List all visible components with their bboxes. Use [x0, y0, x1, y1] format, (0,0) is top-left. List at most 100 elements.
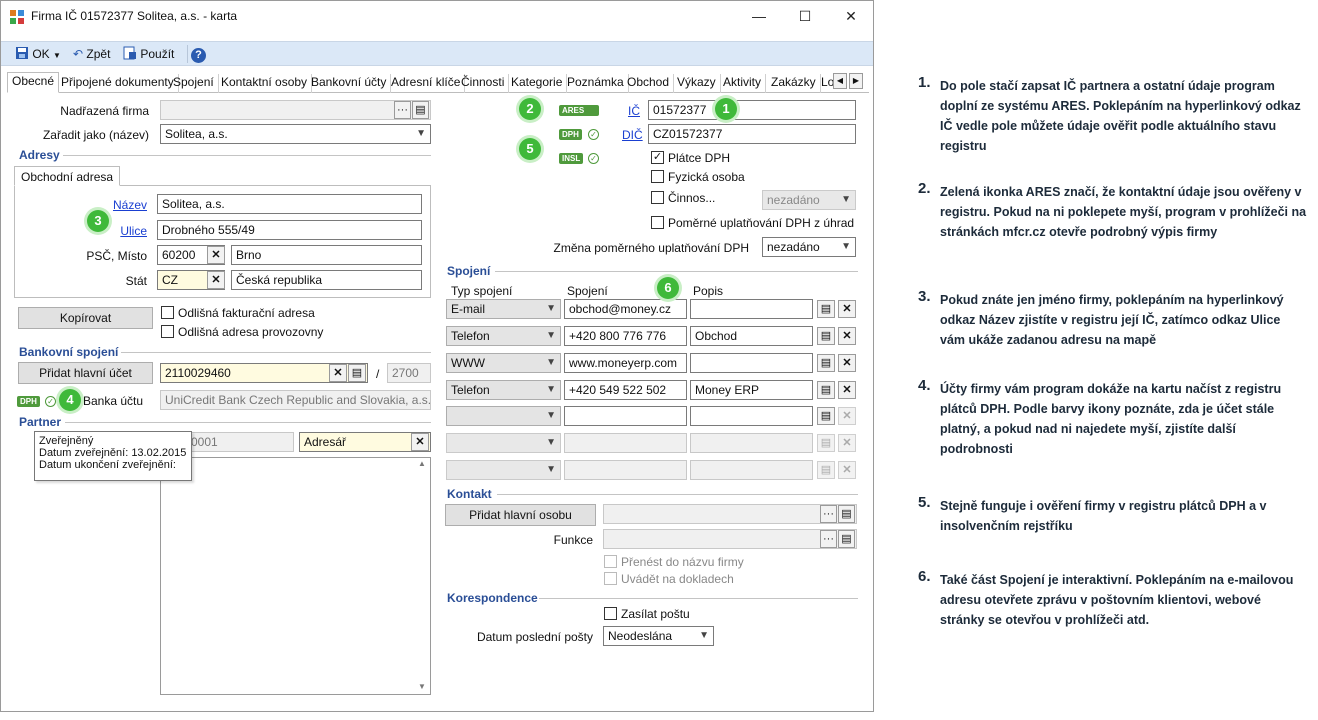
- tab-connections[interactable]: Spojení: [169, 74, 219, 93]
- proportional-change-select[interactable]: nezadáno ▼: [762, 237, 856, 257]
- title-bar[interactable]: Firma IČ 01572377 Solitea, a.s. - karta …: [1, 1, 873, 31]
- contact-type-select[interactable]: ▼: [446, 406, 561, 426]
- tab-bank-accounts[interactable]: Bankovní účty: [307, 74, 392, 93]
- contact-type-select[interactable]: WWW ▼: [446, 353, 561, 373]
- dic-field[interactable]: CZ01572377: [648, 124, 856, 144]
- contact-desc-field[interactable]: Money ERP: [690, 380, 813, 400]
- tab-orders[interactable]: Zakázky: [767, 74, 821, 93]
- contact-detail-icon[interactable]: ▤: [817, 300, 835, 318]
- contact-detail-icon[interactable]: ▤: [817, 407, 835, 425]
- show-on-docs-checkbox[interactable]: [604, 572, 617, 585]
- add-main-person-button[interactable]: Přidat hlavní osobu: [445, 504, 596, 526]
- contact-detail-icon[interactable]: ▤: [817, 354, 835, 372]
- name-link[interactable]: Název: [61, 198, 147, 212]
- contact-type-select[interactable]: ▼: [446, 460, 561, 480]
- street-field[interactable]: Drobného 555/49: [157, 220, 422, 240]
- city-field[interactable]: Brno: [231, 245, 422, 265]
- vat-payer-checkbox[interactable]: ✓: [651, 151, 664, 164]
- contact-detail-icon[interactable]: ▤: [817, 434, 835, 452]
- list-icon[interactable]: ▤: [838, 505, 855, 523]
- list-icon[interactable]: ▤: [838, 530, 855, 548]
- scroll-up-icon[interactable]: ▲: [418, 459, 426, 468]
- tabs-scroll-left-icon[interactable]: ◀: [833, 73, 847, 89]
- tab-business-address[interactable]: Obchodní adresa: [14, 166, 121, 186]
- insolvency-badge-icon[interactable]: INSL: [559, 153, 584, 164]
- street-link-text[interactable]: Ulice: [120, 224, 147, 238]
- list-icon[interactable]: ▤: [348, 364, 366, 382]
- bank-name-field[interactable]: UniCredit Bank Czech Republic and Slovak…: [160, 390, 431, 410]
- dic-link[interactable]: DIČ: [622, 128, 643, 142]
- list-icon[interactable]: ▤: [412, 101, 429, 119]
- minimize-button[interactable]: —: [739, 5, 779, 27]
- ic-link[interactable]: IČ: [628, 104, 640, 118]
- natural-person-checkbox[interactable]: [651, 170, 664, 183]
- contact-desc-field[interactable]: [690, 406, 813, 426]
- browse-icon[interactable]: ···: [820, 530, 837, 548]
- contact-desc-field[interactable]: [690, 299, 813, 319]
- contact-desc-field[interactable]: [690, 460, 813, 480]
- contact-detail-icon[interactable]: ▤: [817, 461, 835, 479]
- add-main-account-button[interactable]: Přidat hlavní účet: [18, 362, 153, 384]
- contact-value-field[interactable]: +420 800 776 776: [564, 326, 687, 346]
- back-button[interactable]: ↶ Zpět: [73, 45, 110, 63]
- contact-type-select[interactable]: E-mail ▼: [446, 299, 561, 319]
- tab-address-keys[interactable]: Adresní klíče: [387, 74, 466, 93]
- contact-value-field[interactable]: [564, 433, 687, 453]
- contact-value-field[interactable]: +420 549 522 502: [564, 380, 687, 400]
- contact-detail-icon[interactable]: ▤: [817, 327, 835, 345]
- contact-value-field[interactable]: www.moneyerp.com: [564, 353, 687, 373]
- delete-contact-icon[interactable]: ✕: [838, 407, 856, 425]
- bank-code-field[interactable]: 2700: [387, 363, 431, 383]
- name-field[interactable]: Solitea, a.s.: [157, 194, 422, 214]
- tab-business[interactable]: Obchod: [623, 74, 675, 93]
- transfer-name-checkbox[interactable]: [604, 555, 617, 568]
- contact-value-field[interactable]: [564, 406, 687, 426]
- contact-type-select[interactable]: Telefon ▼: [446, 380, 561, 400]
- delete-contact-icon[interactable]: ✕: [838, 461, 856, 479]
- ares-badge-icon[interactable]: ARES: [559, 105, 599, 116]
- apply-button[interactable]: Použít: [123, 45, 174, 63]
- browse-icon[interactable]: ···: [820, 505, 837, 523]
- delete-contact-icon[interactable]: ✕: [838, 327, 856, 345]
- partner-note-area[interactable]: [160, 457, 431, 695]
- delete-contact-icon[interactable]: ✕: [838, 434, 856, 452]
- tab-activity-log[interactable]: Aktivity: [719, 74, 767, 93]
- ic-link-text[interactable]: IČ: [628, 104, 640, 118]
- country-name-field[interactable]: Česká republika: [231, 270, 422, 290]
- proportional-vat-checkbox[interactable]: [651, 216, 664, 229]
- send-mail-checkbox[interactable]: [604, 607, 617, 620]
- delete-contact-icon[interactable]: ✕: [838, 300, 856, 318]
- classify-as-select[interactable]: Solitea, a.s. ▼: [160, 124, 431, 144]
- contact-type-select[interactable]: ▼: [446, 433, 561, 453]
- clear-zip-icon[interactable]: ✕: [207, 246, 225, 264]
- scroll-down-icon[interactable]: ▼: [418, 682, 426, 691]
- contact-desc-field[interactable]: Obchod: [690, 326, 813, 346]
- contact-value-field[interactable]: [564, 460, 687, 480]
- parent-company-field[interactable]: [160, 100, 431, 120]
- clear-country-icon[interactable]: ✕: [207, 271, 225, 289]
- activity-select[interactable]: nezadáno ▼: [762, 190, 856, 210]
- tab-categories[interactable]: Kategorie: [507, 74, 568, 93]
- dic-link-text[interactable]: DIČ: [622, 128, 643, 142]
- function-field[interactable]: [603, 529, 857, 549]
- contact-value-field[interactable]: obchod@money.cz: [564, 299, 687, 319]
- different-billing-checkbox[interactable]: [161, 306, 174, 319]
- different-operation-checkbox[interactable]: [161, 325, 174, 338]
- name-link-text[interactable]: Název: [113, 198, 147, 212]
- contact-desc-field[interactable]: [690, 353, 813, 373]
- tab-reports[interactable]: Výkazy: [673, 74, 721, 93]
- dph-status-badge-icon[interactable]: DPH: [559, 129, 582, 140]
- tab-general[interactable]: Obecné: [7, 72, 60, 93]
- tab-contact-persons[interactable]: Kontaktní osoby: [217, 74, 313, 93]
- delete-contact-icon[interactable]: ✕: [838, 354, 856, 372]
- browse-icon[interactable]: ···: [394, 101, 411, 119]
- activity-checkbox[interactable]: [651, 191, 664, 204]
- dph-badge-icon[interactable]: DPH: [17, 396, 40, 407]
- tabs-scroll-right-icon[interactable]: ▶: [849, 73, 863, 89]
- ok-button[interactable]: OK ▼: [15, 45, 61, 63]
- tab-activities-categories[interactable]: Činnosti: [457, 74, 510, 93]
- help-button[interactable]: ?: [187, 45, 207, 63]
- delete-contact-icon[interactable]: ✕: [838, 381, 856, 399]
- contact-desc-field[interactable]: [690, 433, 813, 453]
- clear-account-icon[interactable]: ✕: [329, 364, 347, 382]
